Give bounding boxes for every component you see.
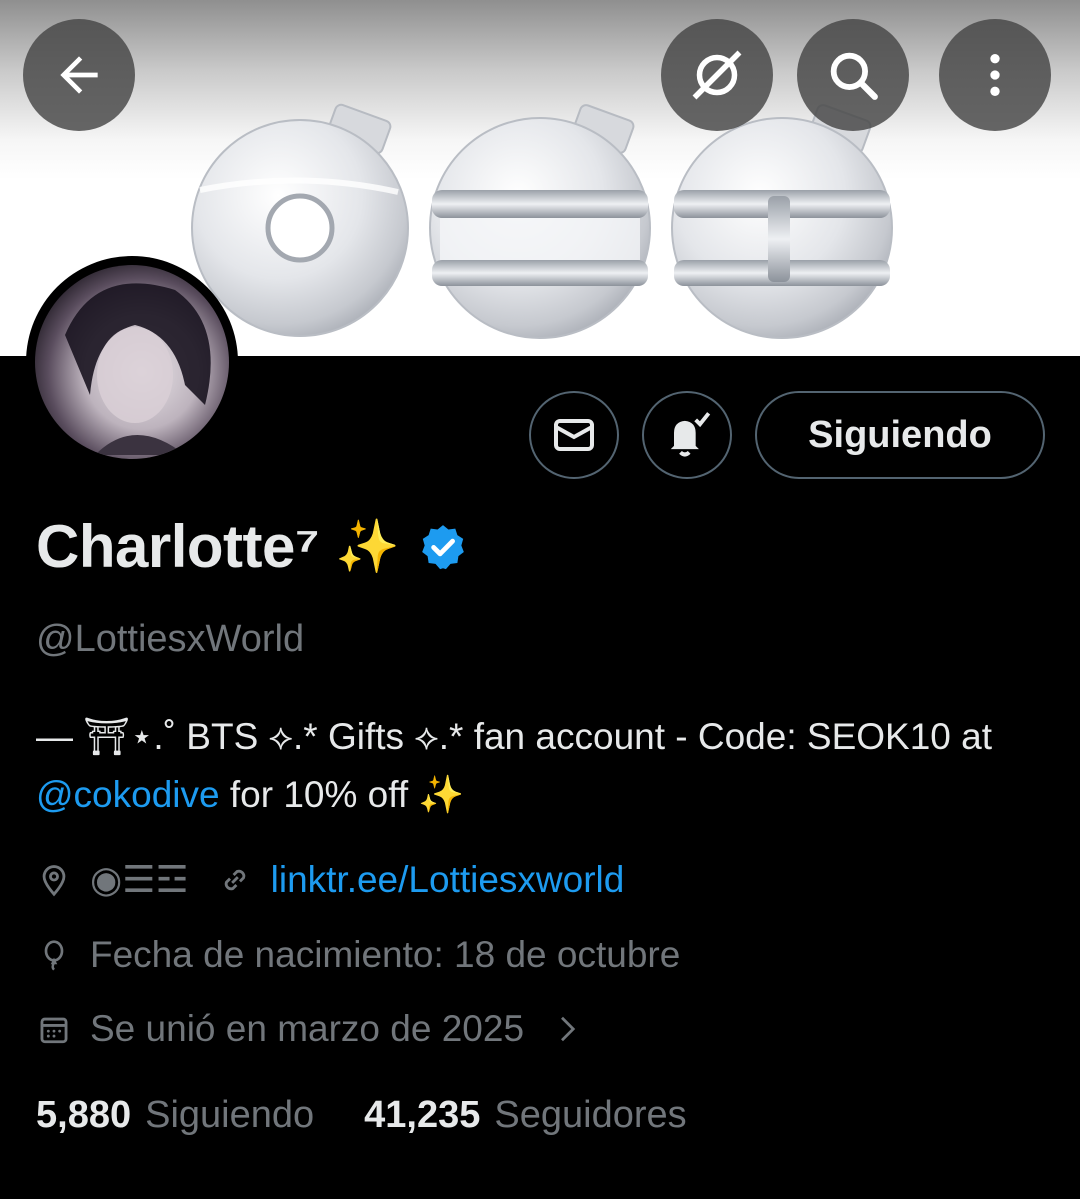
profile-screen: Siguiendo Charlotte⁷ ✨ @LottiesxWorld — … (0, 0, 1080, 1199)
arrow-left-icon (60, 56, 98, 94)
sparkles-emoji: ✨ (335, 518, 400, 576)
grok-button[interactable] (661, 19, 773, 131)
search-button[interactable] (797, 19, 909, 131)
location-text: ◉☰☲ (90, 859, 189, 900)
location-website-row: ◉☰☲ linktr.ee/Lottiesxworld (36, 858, 624, 901)
link-icon (217, 860, 253, 900)
location-pin-icon (36, 860, 72, 900)
birthday-text: Fecha de nacimiento: 18 de octubre (90, 934, 681, 975)
following-label: Siguiendo (145, 1094, 315, 1136)
follow-stats: 5,880 Siguiendo 41,235 Seguidores (36, 1094, 687, 1137)
notifications-button[interactable] (642, 391, 732, 479)
following-button[interactable]: Siguiendo (755, 391, 1045, 479)
avatar[interactable] (26, 256, 238, 468)
followers-stat[interactable]: 41,235 Seguidores (364, 1094, 686, 1137)
following-count: 5,880 (36, 1094, 132, 1136)
bio-text: — ⛩⋆.˚ BTS ⟡.* Gifts ⟡.* fan account - C… (36, 716, 993, 757)
name-row: Charlotte⁷ ✨ (36, 512, 468, 581)
profile-bio: — ⛩⋆.˚ BTS ⟡.* Gifts ⟡.* fan account - C… (36, 708, 1056, 824)
mail-icon (554, 419, 594, 451)
more-options-button[interactable] (939, 19, 1051, 131)
website-link[interactable]: linktr.ee/Lottiesxworld (271, 859, 625, 901)
bio-mention-link[interactable]: @cokodive (36, 774, 220, 815)
joined-row[interactable]: Se unió en marzo de 2025 (36, 1008, 582, 1050)
search-icon (830, 52, 878, 100)
grok-icon (692, 50, 742, 100)
display-name: Charlotte⁷ (36, 513, 320, 580)
chevron-right-icon (561, 1016, 576, 1042)
birthday-row: Fecha de nacimiento: 18 de octubre (36, 934, 680, 976)
bio-text-end: for 10% off ✨ (219, 774, 465, 815)
followers-count: 41,235 (364, 1094, 481, 1136)
verified-badge-icon[interactable] (418, 522, 468, 572)
profile-handle: @LottiesxWorld (36, 618, 305, 660)
balloon-icon (36, 935, 72, 975)
bell-check-icon (670, 412, 711, 457)
more-vertical-icon (990, 54, 1000, 96)
calendar-icon (36, 1009, 72, 1049)
following-stat[interactable]: 5,880 Siguiendo (36, 1094, 314, 1137)
back-button[interactable] (23, 19, 135, 131)
avatar-image (35, 265, 229, 459)
followers-label: Seguidores (494, 1094, 687, 1136)
joined-text: Se unió en marzo de 2025 (90, 1008, 525, 1049)
message-button[interactable] (529, 391, 619, 479)
